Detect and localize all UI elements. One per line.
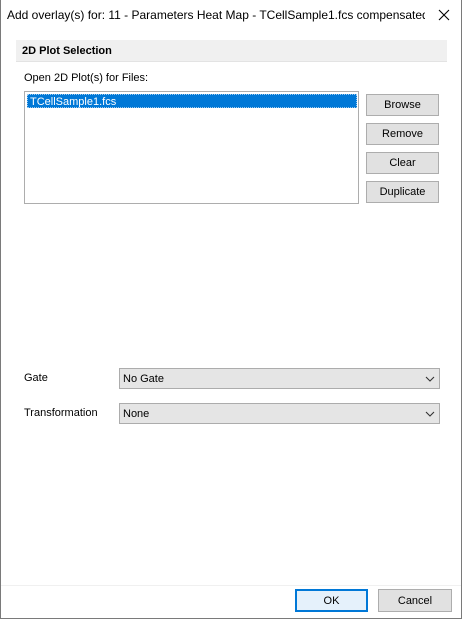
transformation-select[interactable]: None xyxy=(119,403,440,424)
dialog-window: Add overlay(s) for: 11 - Parameters Heat… xyxy=(0,0,462,619)
ok-button[interactable]: OK xyxy=(295,589,368,612)
browse-button[interactable]: Browse xyxy=(366,94,439,116)
duplicate-button[interactable]: Duplicate xyxy=(366,181,439,203)
close-button[interactable] xyxy=(427,0,461,30)
transformation-label: Transformation xyxy=(24,407,98,419)
files-label: Open 2D Plot(s) for Files: xyxy=(24,72,149,84)
window-title: Add overlay(s) for: 11 - Parameters Heat… xyxy=(7,8,425,22)
section-header: 2D Plot Selection xyxy=(16,40,447,62)
close-icon xyxy=(438,9,450,21)
title-bar: Add overlay(s) for: 11 - Parameters Heat… xyxy=(1,0,461,30)
section-title: 2D Plot Selection xyxy=(22,45,112,57)
transformation-value: None xyxy=(123,408,150,420)
gate-value: No Gate xyxy=(123,373,164,385)
gate-label: Gate xyxy=(24,372,48,384)
footer-divider xyxy=(1,585,461,586)
clear-button[interactable]: Clear xyxy=(366,152,439,174)
cancel-button[interactable]: Cancel xyxy=(378,589,452,612)
gate-select[interactable]: No Gate xyxy=(119,368,440,389)
chevron-down-icon xyxy=(425,411,435,417)
list-item[interactable]: TCellSample1.fcs xyxy=(27,94,357,108)
remove-button[interactable]: Remove xyxy=(366,123,439,145)
files-listbox[interactable]: TCellSample1.fcs xyxy=(24,91,359,204)
chevron-down-icon xyxy=(425,376,435,382)
